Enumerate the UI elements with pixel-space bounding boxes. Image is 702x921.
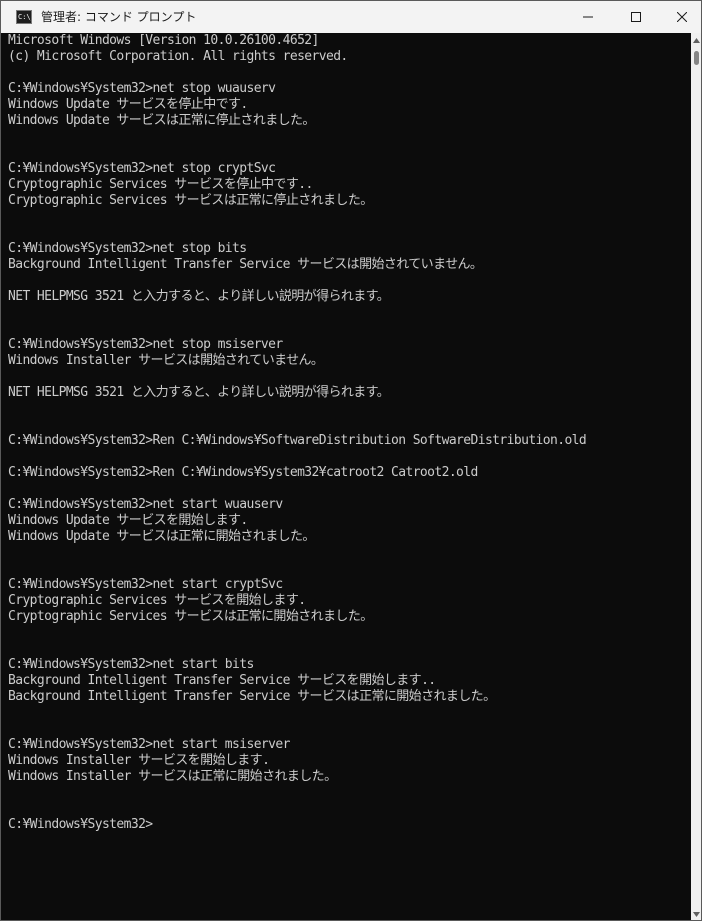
maximize-button[interactable] — [613, 1, 659, 33]
console-line: Microsoft Windows [Version 10.0.26100.46… — [8, 33, 319, 48]
console-line: NET HELPMSG 3521 と入力すると、より詳しい説明が得られます。 — [8, 289, 390, 304]
console-line: C:¥Windows¥System32>net stop msiserver — [8, 337, 283, 352]
minimize-button[interactable] — [565, 1, 611, 33]
title-bar[interactable]: C:\_ 管理者: コマンド プロンプト — [1, 1, 701, 33]
scroll-down-arrow-icon — [693, 911, 700, 917]
scrollbar-thumb[interactable] — [694, 51, 699, 65]
console-line: NET HELPMSG 3521 と入力すると、より詳しい説明が得られます。 — [8, 385, 390, 400]
console-line: Windows Installer サービスは正常に開始されました。 — [8, 769, 337, 784]
console-line: Background Intelligent Transfer Service … — [8, 257, 483, 272]
scroll-up-button[interactable] — [691, 33, 701, 47]
console-line: Windows Installer サービスは開始されていません。 — [8, 353, 324, 368]
console-line: Background Intelligent Transfer Service … — [8, 689, 496, 704]
scroll-up-arrow-icon — [693, 37, 700, 43]
minimize-icon — [583, 16, 593, 18]
console-line: Background Intelligent Transfer Service … — [8, 673, 436, 688]
console-line: Windows Update サービスは正常に停止されました。 — [8, 113, 315, 128]
console-line: C:¥Windows¥System32>net start cryptSvc — [8, 577, 283, 592]
console-output[interactable]: Microsoft Windows [Version 10.0.26100.46… — [1, 33, 691, 920]
console-line: C:¥Windows¥System32>net stop bits — [8, 241, 247, 256]
console-line: (c) Microsoft Corporation. All rights re… — [8, 49, 348, 64]
console-line: Cryptographic Services サービスは正常に停止されました。 — [8, 193, 373, 208]
window-title: 管理者: コマンド プロンプト — [41, 10, 197, 24]
console-line: C:¥Windows¥System32>net stop cryptSvc — [8, 161, 276, 176]
command-prompt-window: C:\_ 管理者: コマンド プロンプト Microsoft Windows [… — [0, 0, 702, 921]
console-line: Cryptographic Services サービスを開始します. — [8, 593, 306, 608]
console-line: C:¥Windows¥System32>net start wuauserv — [8, 497, 283, 512]
console-line: Windows Update サービスを開始します. — [8, 513, 248, 528]
console-line: C:¥Windows¥System32>net start bits — [8, 657, 254, 672]
console-line: C:¥Windows¥System32>net stop wuauserv — [8, 81, 276, 96]
scroll-down-button[interactable] — [691, 907, 701, 920]
console-line: Windows Update サービスは正常に開始されました。 — [8, 529, 315, 544]
console-line: Cryptographic Services サービスは正常に開始されました。 — [8, 609, 373, 624]
close-icon — [677, 12, 687, 22]
cmd-app-icon[interactable]: C:\_ — [16, 10, 32, 24]
console-line: C:¥Windows¥System32>Ren C:¥Windows¥Syste… — [8, 465, 478, 480]
maximize-icon — [631, 12, 641, 22]
console-line: C:¥Windows¥System32>Ren C:¥Windows¥Softw… — [8, 433, 587, 448]
console-line: Windows Update サービスを停止中です. — [8, 97, 248, 112]
console-line: C:¥Windows¥System32> — [8, 817, 153, 832]
close-button[interactable] — [659, 1, 701, 33]
vertical-scrollbar[interactable] — [691, 33, 701, 920]
console-line: C:¥Windows¥System32>net start msiserver — [8, 737, 290, 752]
console-line: Windows Installer サービスを開始します. — [8, 753, 270, 768]
console-line: Cryptographic Services サービスを停止中です.. — [8, 177, 313, 192]
